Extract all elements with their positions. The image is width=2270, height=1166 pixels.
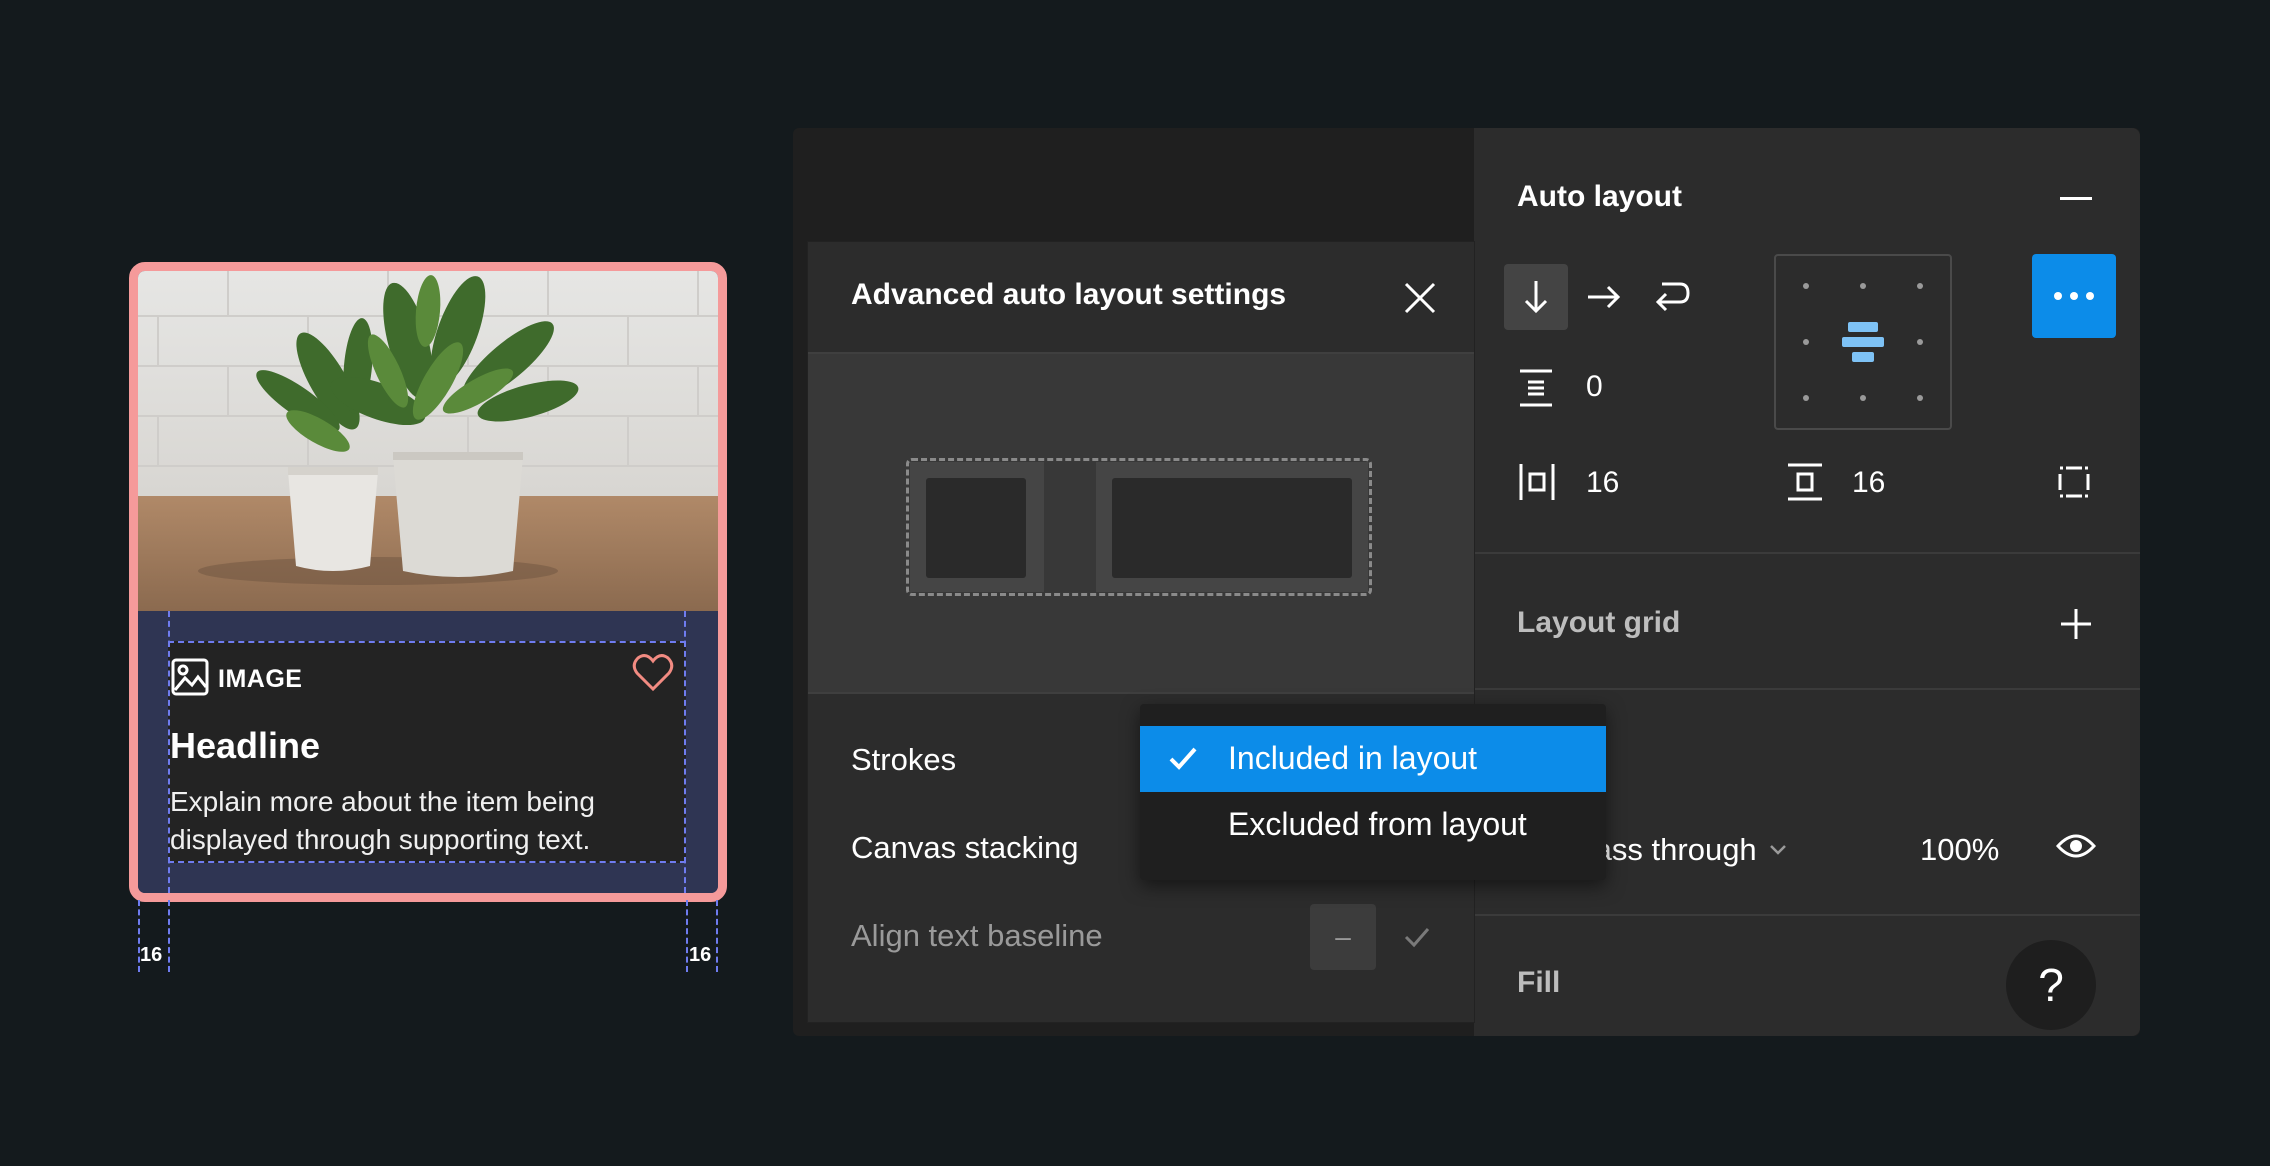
advanced-settings-button[interactable] xyxy=(2032,254,2116,338)
direction-horizontal-button[interactable] xyxy=(1572,264,1636,330)
eye-icon xyxy=(2056,834,2096,858)
spacing-between-icon xyxy=(1518,368,1554,413)
add-layout-grid-button[interactable] xyxy=(2054,602,2098,646)
fill-title: Fill xyxy=(1517,966,1561,999)
close-icon xyxy=(1404,282,1436,314)
horizontal-padding-value[interactable]: 16 xyxy=(1586,466,1619,500)
modal-title: Advanced auto layout settings xyxy=(851,278,1287,311)
image-icon xyxy=(170,657,210,702)
direction-wrap-button[interactable] xyxy=(1640,264,1704,330)
minus-icon xyxy=(2060,196,2092,200)
preview-item xyxy=(926,478,1026,578)
help-button[interactable]: ? xyxy=(2006,940,2096,1030)
layout-grid-title: Layout grid xyxy=(1517,606,1681,639)
close-button[interactable] xyxy=(1394,272,1446,324)
measure-guide-right-outer xyxy=(716,900,718,972)
check-icon xyxy=(1404,928,1430,948)
align-baseline-label: Align text baseline xyxy=(851,918,1103,953)
divider xyxy=(1474,552,2140,554)
plus-icon xyxy=(2061,609,2091,639)
measure-guide-right-inner xyxy=(686,900,688,972)
menu-item-label: Excluded from layout xyxy=(1228,806,1527,842)
vertical-padding-icon xyxy=(1786,462,1824,507)
direction-vertical-button[interactable] xyxy=(1504,264,1568,330)
chevron-down-icon xyxy=(1769,845,1786,855)
card-component[interactable]: IMAGE Headline Explain more about the it… xyxy=(129,262,727,902)
visibility-toggle[interactable] xyxy=(2054,824,2098,868)
preview-item xyxy=(1112,478,1352,578)
opacity-value[interactable]: 100% xyxy=(1920,832,1999,868)
align-baseline-off-button[interactable]: – xyxy=(1310,904,1376,970)
card-headline: Headline xyxy=(170,725,321,766)
horizontal-padding-icon xyxy=(1518,462,1556,507)
padding-left-label: 16 xyxy=(140,944,163,966)
vertical-padding-value[interactable]: 16 xyxy=(1852,466,1885,500)
card-body: IMAGE Headline Explain more about the it… xyxy=(138,611,718,893)
divider xyxy=(808,692,1474,694)
plant-photo xyxy=(138,271,718,611)
strokes-label: Strokes xyxy=(851,742,957,777)
advanced-auto-layout-modal: Advanced auto layout settings Strokes Ca… xyxy=(808,242,1474,1022)
menu-item-excluded[interactable]: Excluded from layout xyxy=(1140,792,1606,858)
menu-item-included[interactable]: Included in layout xyxy=(1140,726,1606,792)
wrap-icon xyxy=(1655,282,1690,312)
auto-layout-title: Auto layout xyxy=(1517,180,1682,213)
more-dots-icon xyxy=(2054,292,2094,300)
properties-panel: Auto layout 0 16 16 Layout grid Pass thr… xyxy=(1474,128,2140,1036)
checkmark-icon xyxy=(1169,747,1197,770)
divider xyxy=(1474,914,2140,916)
alignment-grid[interactable] xyxy=(1774,254,1952,430)
image-tag: IMAGE xyxy=(170,657,302,702)
independent-padding-icon[interactable] xyxy=(2054,462,2094,507)
menu-item-label: Included in layout xyxy=(1228,740,1478,776)
remove-auto-layout-button[interactable] xyxy=(2054,176,2098,220)
measure-guide-left-inner xyxy=(168,900,170,972)
card-supporting-text: Explain more about the item being displa… xyxy=(170,786,595,855)
canvas-stacking-label: Canvas stacking xyxy=(851,830,1079,865)
strokes-dropdown-menu: Included in layout Excluded from layout xyxy=(1140,704,1606,880)
layout-preview xyxy=(808,354,1474,692)
padding-right-label: 16 xyxy=(689,944,712,966)
spacing-value[interactable]: 0 xyxy=(1586,370,1603,404)
divider xyxy=(1474,688,2140,690)
image-tag-label: IMAGE xyxy=(218,665,303,693)
card-content: IMAGE Headline Explain more about the it… xyxy=(168,641,686,863)
arrow-right-icon xyxy=(1588,285,1621,309)
align-baseline-on-button[interactable] xyxy=(1384,904,1450,970)
heart-icon[interactable] xyxy=(632,653,674,698)
arrow-down-icon xyxy=(1524,281,1548,314)
